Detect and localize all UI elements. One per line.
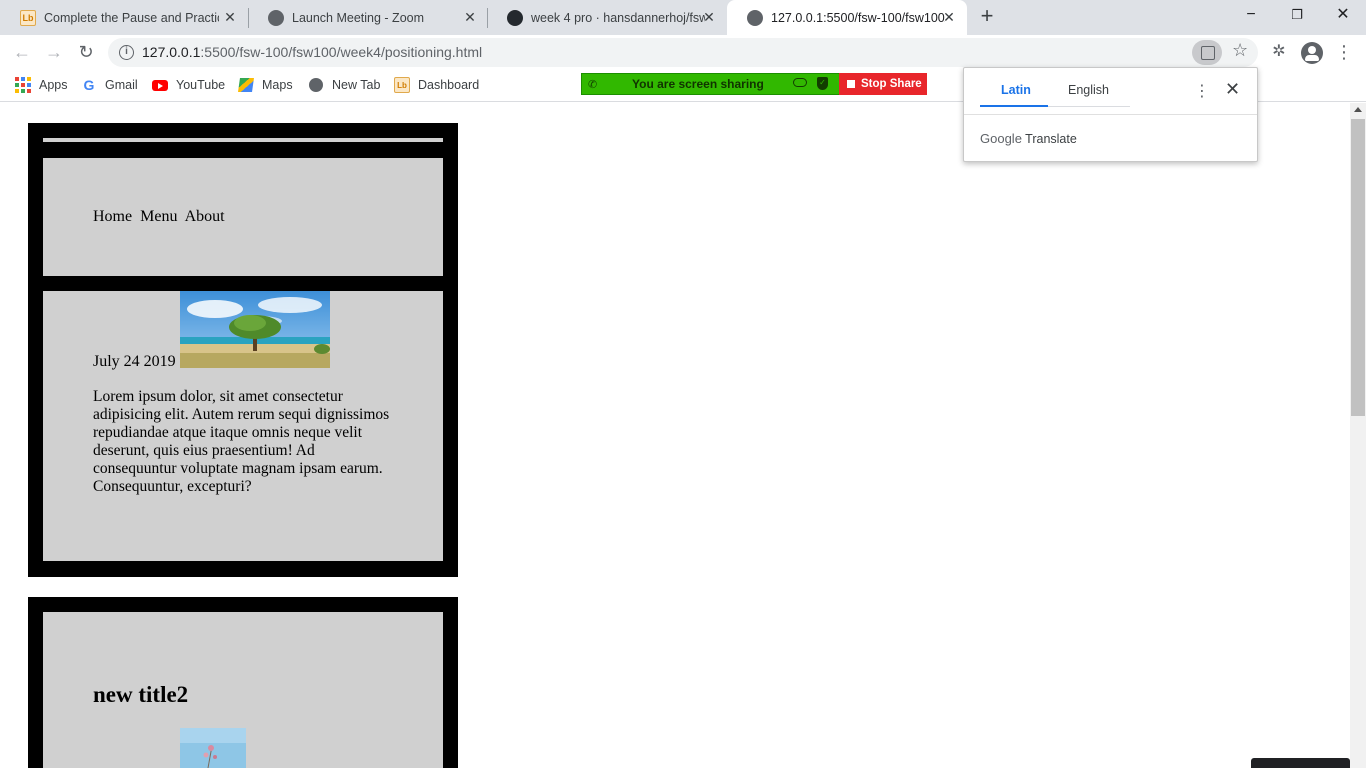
translate-popup: Latin English ⋮ ✕ Google Translate [963,67,1258,162]
more-options-icon[interactable]: ⋮ [1194,81,1210,101]
restore-button[interactable]: ❐ [1274,0,1320,32]
stop-square-icon [847,80,855,88]
bookmark-label: Dashboard [418,78,480,92]
globe-icon [747,9,763,26]
youtube-icon [152,77,168,93]
bookmark-new-tab[interactable]: New Tab [308,76,380,94]
close-icon[interactable]: ✕ [941,9,957,25]
star-icon[interactable]: ☆ [1232,40,1248,61]
tab-title: week 4 pro · hansdannerhoj/fsw1 [531,10,705,25]
translate-icon[interactable] [1192,40,1222,65]
close-icon[interactable]: ✕ [222,9,238,25]
article-date: July 24 2019 [93,353,176,370]
active-tab-underline [980,105,1048,107]
taskbar-edge [1251,758,1350,768]
screen-share-banner: ✆ You are screen sharing ✓ Stop Share [581,73,927,95]
tab-zoom[interactable]: Launch Meeting - Zoom ✕ [248,0,488,35]
translate-wordmark: Translate [1025,132,1077,146]
nav-box: Home Menu About [43,158,443,276]
tab-title: Launch Meeting - Zoom [292,10,425,25]
stop-share-label: Stop Share [861,78,922,90]
phone-icon: ✆ [588,79,598,91]
tab-pause-practice[interactable]: Lb Complete the Pause and Practice ✕ [0,0,248,35]
bookmark-label: Apps [39,78,68,92]
tree-beach-image [180,291,330,368]
page-viewport: Home Menu About July 24 2019 Lorem ipsum… [0,103,1350,768]
minimize-button[interactable]: − [1228,0,1274,32]
bookmark-label: New Tab [332,78,381,92]
close-icon[interactable]: ✕ [1225,79,1240,100]
nav-link-menu[interactable]: Menu [140,208,177,225]
article-body: Lorem ipsum dolor, sit amet consectetur … [93,388,390,495]
card-main: Home Menu About July 24 2019 Lorem ipsum… [28,123,458,577]
google-icon: G [83,77,95,93]
tab-title: 127.0.0.1:5500/fsw-100/fsw100/w [771,10,945,25]
tab-positioning[interactable]: 127.0.0.1:5500/fsw-100/fsw100/w ✕ [727,0,967,35]
reload-button[interactable]: ↻ [74,40,98,64]
maps-icon [238,77,254,93]
bookmark-label: YouTube [176,78,226,92]
scrollbar-thumb[interactable] [1351,119,1365,416]
globe-icon [268,9,284,26]
github-icon [507,9,523,26]
profile-avatar[interactable] [1301,42,1323,64]
apps-grid-icon [15,77,31,93]
close-icon[interactable]: ✕ [462,9,478,25]
screen-share-message: You are screen sharing [632,77,764,91]
cloud-icon [793,78,807,87]
second-card-box: new title2 [43,612,443,768]
close-window-button[interactable]: ✕ [1320,0,1366,32]
bookmark-gmail[interactable]: G Gmail [81,76,138,94]
bookmark-apps[interactable]: Apps [15,76,68,94]
extensions-icon[interactable]: ✲ [1268,41,1290,63]
tab-source-language[interactable]: Latin [1001,83,1031,97]
tab-strip: Lb Complete the Pause and Practice ✕ Lau… [0,0,1366,35]
bookmark-dashboard[interactable]: Lb Dashboard [394,76,479,94]
globe-icon [308,77,324,93]
nav-links: Home Menu About [93,208,229,226]
nav-link-about[interactable]: About [185,208,225,225]
tab-target-language[interactable]: English [1068,83,1109,97]
new-tab-button[interactable]: + [976,5,998,28]
learning-icon: Lb [20,9,36,26]
bookmark-label: Gmail [105,78,138,92]
close-icon[interactable]: ✕ [701,9,717,25]
menu-kebab-icon[interactable]: ⋮ [1333,41,1355,63]
card-second: new title2 [28,597,458,768]
stop-share-button[interactable]: Stop Share [839,73,927,95]
url-path: :5500/fsw-100/fsw100/week4/positioning.h… [200,44,483,60]
back-button[interactable]: ← [10,40,34,64]
scroll-up-arrow-icon[interactable] [1354,107,1362,112]
google-wordmark: Google [980,131,1022,146]
bookmark-maps[interactable]: Maps [238,76,293,94]
tab-title: Complete the Pause and Practice [44,10,219,25]
google-translate-brand: Google Translate [980,131,1077,146]
url-host: 127.0.0.1 [142,44,201,60]
learning-icon: Lb [394,77,410,93]
bookmark-label: Maps [262,78,293,92]
nav-link-home[interactable]: Home [93,208,132,225]
url-text[interactable]: 127.0.0.1:5500/fsw-100/fsw100/week4/posi… [142,44,482,60]
browser-toolbar: ← → ↻ i 127.0.0.1:5500/fsw-100/fsw100/we… [0,35,1366,69]
address-bar[interactable]: i 127.0.0.1:5500/fsw-100/fsw100/week4/po… [108,38,1258,67]
second-card-title: new title2 [93,682,189,707]
article-box: July 24 2019 Lorem ipsum dolor, sit amet… [43,291,443,561]
shield-icon: ✓ [817,77,828,90]
top-strip [43,138,443,142]
vertical-scrollbar[interactable] [1350,103,1366,768]
forward-button[interactable]: → [42,40,66,64]
tab-github[interactable]: week 4 pro · hansdannerhoj/fsw1 ✕ [487,0,727,35]
info-icon[interactable]: i [119,45,134,60]
popup-divider [964,114,1257,115]
bookmark-youtube[interactable]: YouTube [152,76,225,94]
flower-image [180,728,246,768]
